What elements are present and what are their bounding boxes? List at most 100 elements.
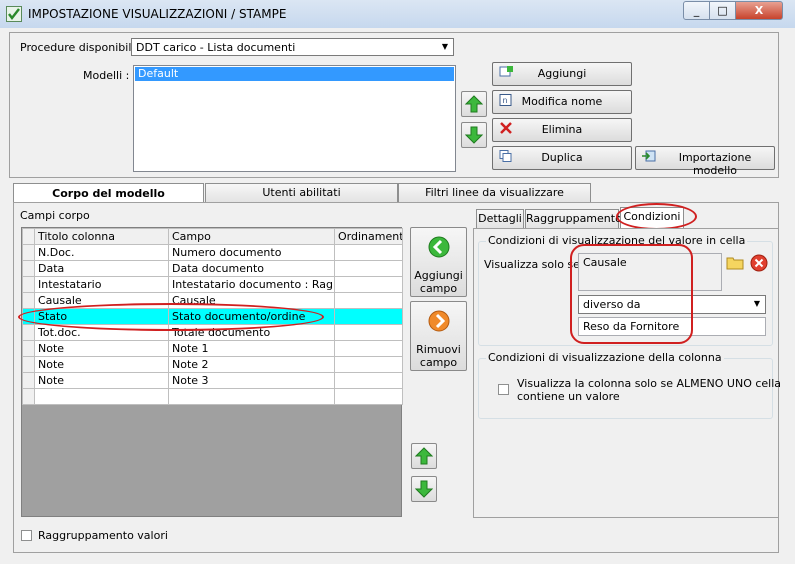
chevron-down-icon[interactable]: ▼: [750, 297, 764, 311]
arrow-right-circle-icon: [428, 310, 450, 332]
cell-ordinamento[interactable]: [334, 340, 403, 357]
row-header-cell[interactable]: [22, 276, 35, 293]
row-header-cell[interactable]: [22, 340, 35, 357]
cell-ordinamento[interactable]: [334, 372, 403, 389]
condizioni-colonna-title: Condizioni di visualizzazione della colo…: [486, 351, 724, 364]
modelli-label: Modelli :: [83, 69, 130, 82]
arrow-up-icon: [465, 95, 483, 113]
folder-icon[interactable]: [726, 254, 744, 272]
cell-ordinamento[interactable]: [334, 292, 403, 309]
list-item[interactable]: Default: [135, 67, 454, 81]
table-row[interactable]: Note Note 2: [22, 356, 403, 373]
arrow-down-icon: [465, 126, 483, 144]
modifica-nome-button[interactable]: n Modifica nome: [492, 90, 632, 114]
almeno-uno-checkbox[interactable]: [498, 384, 509, 395]
row-header-cell[interactable]: [22, 244, 35, 261]
cell-titolo[interactable]: Note: [34, 372, 169, 389]
header-ordinamento[interactable]: Ordinamento: [334, 228, 403, 245]
table-row[interactable]: Data Data documento: [22, 260, 403, 277]
almeno-uno-label-line2: contiene un valore: [517, 390, 620, 403]
aggiungi-campo-line1: Aggiungi: [414, 269, 463, 282]
cell-ordinamento[interactable]: [334, 308, 403, 325]
table-row[interactable]: N.Doc. Numero documento: [22, 244, 403, 261]
title-bar: IMPOSTAZIONE VISUALIZZAZIONI / STAMPE _ …: [0, 0, 795, 28]
duplica-label: Duplica: [541, 151, 583, 164]
clear-icon[interactable]: [750, 254, 768, 272]
cell-ordinamento[interactable]: [334, 324, 403, 341]
table-row-empty[interactable]: [22, 388, 403, 405]
window-title: IMPOSTAZIONE VISUALIZZAZIONI / STAMPE: [28, 7, 287, 21]
chevron-down-icon[interactable]: ▼: [438, 40, 452, 54]
modelli-list[interactable]: Default: [133, 65, 456, 172]
cell-campo[interactable]: Data documento: [168, 260, 335, 277]
subtab-raggruppamento[interactable]: Raggruppamento: [525, 209, 622, 228]
raggruppamento-valori-checkbox[interactable]: [21, 530, 32, 541]
procedure-select[interactable]: DDT carico - Lista documenti ▼: [131, 38, 454, 56]
aggiungi-button[interactable]: Aggiungi: [492, 62, 632, 86]
table-row[interactable]: Note Note 1: [22, 340, 403, 357]
table-row[interactable]: Note Note 3: [22, 372, 403, 389]
campo-move-down-button[interactable]: [411, 476, 437, 502]
campi-grid[interactable]: Titolo colonna Campo Ordinamento N.Doc.N…: [21, 227, 403, 517]
row-header-cell[interactable]: [22, 292, 35, 309]
cell-ordinamento[interactable]: [334, 276, 403, 293]
cell-campo[interactable]: Note 3: [168, 372, 335, 389]
elimina-button[interactable]: Elimina: [492, 118, 632, 142]
modifica-label: Modifica nome: [521, 95, 603, 108]
annotation-oval-condizione: [570, 244, 693, 344]
header-campo[interactable]: Campo: [168, 228, 335, 245]
header-titolo-colonna[interactable]: Titolo colonna: [34, 228, 169, 245]
table-row[interactable]: Intestatario Intestatario documento : Rag…: [22, 276, 403, 293]
minimize-button[interactable]: _: [683, 1, 710, 20]
visualizza-solo-se-label: Visualizza solo se:: [484, 258, 584, 271]
import-icon: [642, 150, 656, 162]
tab-filtri-linee[interactable]: Filtri linee da visualizzare: [398, 183, 591, 202]
top-panel: Procedure disponibili : DDT carico - Lis…: [9, 32, 779, 178]
cell-ordinamento[interactable]: [334, 388, 403, 405]
cell-campo[interactable]: [168, 388, 335, 405]
maximize-button[interactable]: □: [709, 1, 736, 20]
cell-titolo[interactable]: Note: [34, 340, 169, 357]
importazione-modello-button[interactable]: Importazione modello: [635, 146, 775, 177]
cell-ordinamento[interactable]: [334, 244, 403, 261]
almeno-uno-label-line1: Visualizza la colonna solo se ALMENO UNO…: [517, 377, 782, 390]
row-header-cell[interactable]: [22, 260, 35, 277]
close-button[interactable]: X: [735, 1, 783, 20]
cell-titolo[interactable]: Intestatario: [34, 276, 169, 293]
cell-titolo[interactable]: Note: [34, 356, 169, 373]
arrow-down-icon: [415, 480, 433, 498]
annotation-oval-stato: [18, 303, 324, 331]
cell-campo[interactable]: Numero documento: [168, 244, 335, 261]
row-header-cell[interactable]: [22, 388, 35, 405]
cell-titolo[interactable]: Data: [34, 260, 169, 277]
tab-corpo-del-modello[interactable]: Corpo del modello: [13, 183, 204, 204]
importazione-label: Importazione modello: [678, 151, 752, 177]
row-header-cell: [22, 228, 35, 245]
row-header-cell[interactable]: [22, 356, 35, 373]
row-header-cell[interactable]: [22, 324, 35, 341]
app-checkbox-icon: [6, 6, 22, 22]
procedure-label: Procedure disponibili :: [20, 41, 142, 54]
cell-campo[interactable]: Intestatario documento : Ragion...: [168, 276, 335, 293]
move-down-button[interactable]: [461, 122, 487, 148]
subtab-dettagli[interactable]: Dettagli: [476, 209, 524, 228]
rimuovi-campo-button[interactable]: Rimuovi campo: [410, 301, 467, 371]
duplica-button[interactable]: Duplica: [492, 146, 632, 170]
campo-move-up-button[interactable]: [411, 443, 437, 469]
cell-ordinamento[interactable]: [334, 356, 403, 373]
rimuovi-campo-line2: campo: [419, 356, 458, 369]
aggiungi-label: Aggiungi: [537, 67, 587, 80]
move-up-button[interactable]: [461, 91, 487, 117]
cell-ordinamento[interactable]: [334, 260, 403, 277]
tab-utenti-abilitati[interactable]: Utenti abilitati: [205, 183, 398, 202]
cell-campo[interactable]: Note 1: [168, 340, 335, 357]
cell-titolo[interactable]: [34, 388, 169, 405]
raggruppamento-valori-label: Raggruppamento valori: [38, 529, 168, 542]
annotation-oval-condizioni: [616, 203, 697, 230]
cell-titolo[interactable]: N.Doc.: [34, 244, 169, 261]
procedure-value: DDT carico - Lista documenti: [136, 41, 296, 54]
arrow-left-circle-icon: [428, 236, 450, 258]
row-header-cell[interactable]: [22, 372, 35, 389]
cell-campo[interactable]: Note 2: [168, 356, 335, 373]
aggiungi-campo-button[interactable]: Aggiungi campo: [410, 227, 467, 297]
